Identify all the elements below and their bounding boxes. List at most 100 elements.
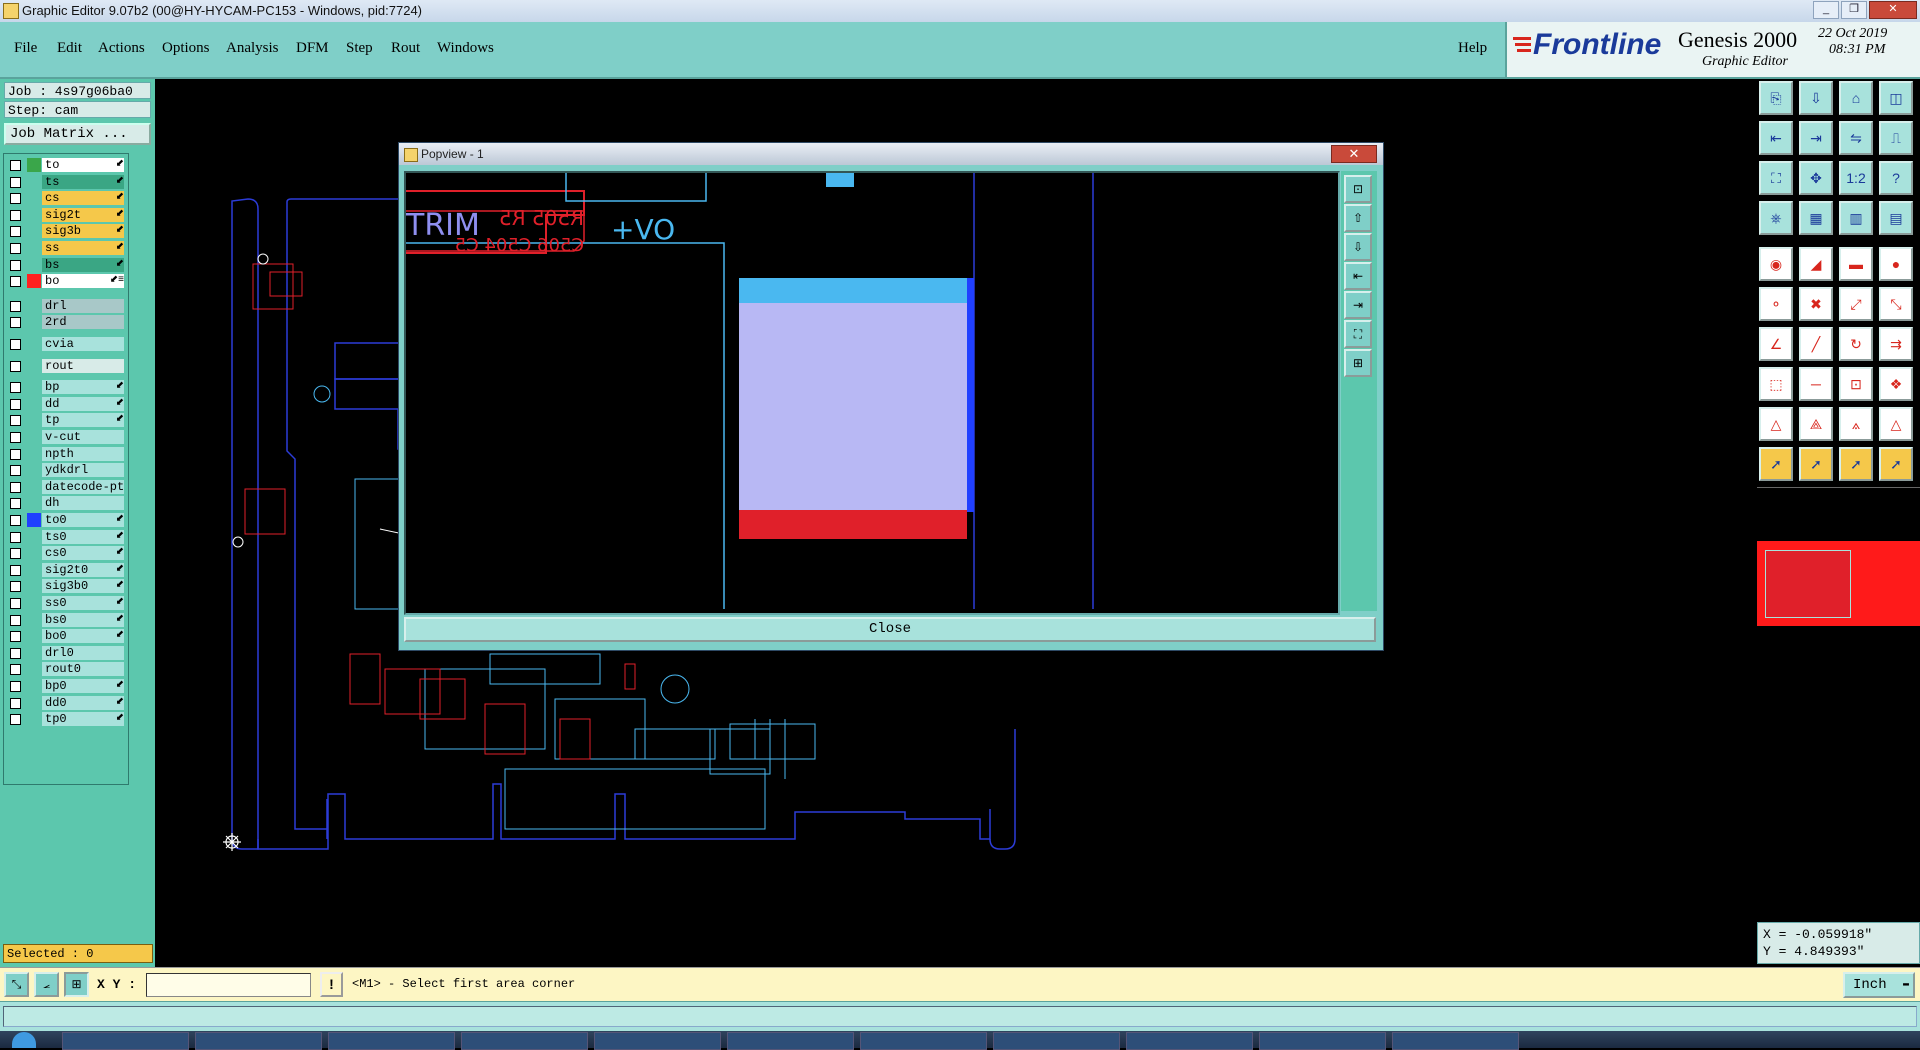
- move-icon[interactable]: ⬚: [1759, 367, 1793, 401]
- layer-checkbox[interactable]: [10, 226, 21, 238]
- layer-checkbox[interactable]: [10, 176, 21, 188]
- node-icon[interactable]: ⚬: [1759, 287, 1793, 321]
- layer-row-bo0[interactable]: bo0 ⬋: [4, 628, 128, 644]
- layer-checkbox[interactable]: [10, 614, 21, 626]
- layer-name[interactable]: tp0: [42, 712, 124, 727]
- layer-row-v-cut[interactable]: v-cut: [4, 429, 128, 445]
- layout-icon[interactable]: ◫: [1879, 81, 1913, 115]
- step-icon[interactable]: ⎍: [1879, 121, 1913, 155]
- layer-row-sig3b[interactable]: sig3b ⬋: [4, 223, 128, 239]
- layer-name[interactable]: rout: [42, 358, 124, 373]
- layer-row-drl[interactable]: drl: [4, 298, 128, 314]
- help-icon[interactable]: ?: [1879, 161, 1913, 195]
- layer-row-bs0[interactable]: bs0 ⬋: [4, 612, 128, 628]
- menu-dfm[interactable]: DFM: [296, 40, 329, 57]
- popview-close-x-button[interactable]: ✕: [1331, 145, 1377, 163]
- layer-row-datecode-ptc[interactable]: datecode-ptc: [4, 479, 128, 495]
- taskbar-item[interactable]: [1126, 1032, 1253, 1050]
- layer-row-cs[interactable]: cs ⬋: [4, 190, 128, 206]
- layer-name[interactable]: bo0: [42, 629, 124, 644]
- layer-row-cvia[interactable]: cvia: [4, 336, 128, 352]
- layer-name[interactable]: sig2t0: [42, 562, 124, 577]
- layer-name[interactable]: bs0: [42, 612, 124, 627]
- layer-row-dh[interactable]: dh: [4, 495, 128, 511]
- layer-name[interactable]: bp0: [42, 679, 124, 693]
- menu-edit[interactable]: Edit: [57, 40, 82, 57]
- zoom-extents-icon[interactable]: ⊞: [1344, 349, 1372, 377]
- layer-row-cs0[interactable]: cs0 ⬋: [4, 545, 128, 561]
- layer-name[interactable]: v-cut: [42, 430, 124, 444]
- layer-row-ss0[interactable]: ss0 ⬋: [4, 595, 128, 611]
- menu-help[interactable]: Help: [1458, 40, 1487, 57]
- layer-checkbox[interactable]: [10, 647, 21, 659]
- ratio-icon[interactable]: 1:2: [1839, 161, 1873, 195]
- taskbar-item[interactable]: [727, 1032, 854, 1050]
- layer-name[interactable]: ss0: [42, 596, 124, 610]
- layer-checkbox[interactable]: [10, 598, 21, 609]
- draw-icon[interactable]: ◢: [1799, 247, 1833, 281]
- layer-checkbox[interactable]: [10, 465, 21, 477]
- menu-analysis[interactable]: Analysis: [226, 40, 279, 57]
- zoom-fit-icon[interactable]: ⛶: [1344, 320, 1372, 348]
- layer-row-dd[interactable]: dd ⬋: [4, 396, 128, 412]
- layer-checkbox[interactable]: [10, 339, 21, 350]
- layer-name[interactable]: ydkdrl: [42, 463, 124, 478]
- layer-name[interactable]: ss: [42, 241, 124, 255]
- layer-checkbox[interactable]: [10, 515, 21, 526]
- taskbar-item[interactable]: [328, 1032, 455, 1050]
- grid-icon[interactable]: ▦: [1799, 201, 1833, 235]
- layer-checkbox[interactable]: [10, 548, 21, 560]
- layer-name[interactable]: rout0: [42, 662, 124, 677]
- align-icon[interactable]: ⇉: [1879, 327, 1913, 361]
- home-icon[interactable]: ⌂: [1839, 81, 1873, 115]
- layer-checkbox[interactable]: [10, 498, 21, 510]
- layer-name[interactable]: ts0: [42, 529, 124, 544]
- layer-name[interactable]: drl: [42, 298, 124, 313]
- layer-row-to0[interactable]: to0 ⬋: [4, 512, 128, 528]
- center-icon[interactable]: ✥: [1799, 161, 1833, 195]
- layer-row-ts[interactable]: ts ⬋: [4, 174, 128, 190]
- menu-file[interactable]: File: [14, 40, 37, 57]
- layer-checkbox[interactable]: [10, 193, 21, 205]
- layer-row-tp[interactable]: tp ⬋: [4, 412, 128, 428]
- menu-options[interactable]: Options: [162, 40, 210, 57]
- layer-name[interactable]: cs0: [42, 546, 124, 561]
- layer-row-sig3b0[interactable]: sig3b0 ⬋: [4, 578, 128, 594]
- layer-checkbox[interactable]: [10, 398, 21, 410]
- angle-icon[interactable]: ∠: [1759, 327, 1793, 361]
- layer-checkbox[interactable]: [10, 481, 21, 493]
- layer-name[interactable]: cvia: [42, 337, 124, 351]
- pan-left-icon[interactable]: ⇤: [1344, 262, 1372, 290]
- taskbar-item[interactable]: [195, 1032, 322, 1050]
- line-icon[interactable]: ╱: [1799, 327, 1833, 361]
- layer-name[interactable]: bp: [42, 380, 124, 395]
- layer-row-bs[interactable]: bs ⬋: [4, 257, 128, 273]
- select-plus-icon[interactable]: ➚: [1799, 447, 1833, 481]
- layer-checkbox[interactable]: [10, 631, 21, 643]
- taskbar-item[interactable]: [1259, 1032, 1386, 1050]
- layer-name[interactable]: to0: [42, 513, 124, 527]
- layer-name[interactable]: 2rd: [42, 315, 124, 330]
- snap-icon[interactable]: ⎈: [1759, 201, 1793, 235]
- layer-row-tp0[interactable]: tp0 ⬋: [4, 711, 128, 727]
- mirror-icon[interactable]: ⇋: [1839, 121, 1873, 155]
- layer-checkbox[interactable]: [10, 681, 21, 692]
- pan-left-icon[interactable]: ⇤: [1759, 121, 1793, 155]
- layer-checkbox[interactable]: [10, 664, 21, 676]
- layer-name[interactable]: cs: [42, 191, 124, 206]
- popview-close-button[interactable]: Close: [404, 617, 1376, 642]
- pan-right-icon[interactable]: ⇥: [1344, 291, 1372, 319]
- layer-checkbox[interactable]: [10, 714, 21, 726]
- layer-name[interactable]: ts: [42, 174, 124, 189]
- layer-checkbox[interactable]: [10, 300, 21, 312]
- layer-name[interactable]: to: [42, 158, 124, 172]
- tri-d-icon[interactable]: △: [1879, 407, 1913, 441]
- layers-icon[interactable]: ▥: [1839, 201, 1873, 235]
- tri-a-icon[interactable]: △: [1759, 407, 1793, 441]
- connect-icon[interactable]: ⤢: [1839, 287, 1873, 321]
- taskbar-item[interactable]: [860, 1032, 987, 1050]
- layer-row-sig2t0[interactable]: sig2t0 ⬋: [4, 562, 128, 578]
- xy-input[interactable]: [146, 973, 311, 997]
- taskbar-item[interactable]: [1392, 1032, 1519, 1050]
- layer-row-sig2t[interactable]: sig2t ⬋: [4, 207, 128, 223]
